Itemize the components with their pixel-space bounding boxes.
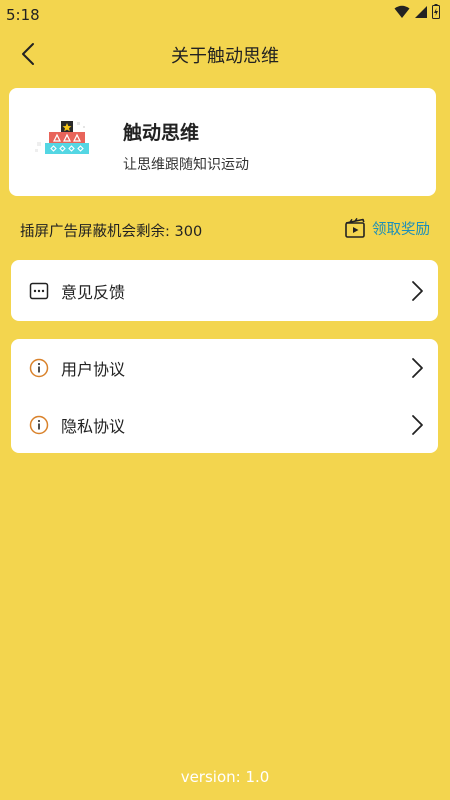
app-info-card: 触动思维 让思维跟随知识运动: [9, 88, 436, 196]
menu-item-privacy-agreement[interactable]: 隐私协议: [11, 396, 438, 453]
status-time: 5:18: [6, 6, 40, 24]
chevron-right-icon: [412, 280, 423, 301]
menu-item-user-agreement[interactable]: 用户协议: [11, 339, 438, 396]
message-dots-icon: [29, 282, 49, 299]
menu-item-label: 意见反馈: [61, 282, 126, 302]
chevron-right-icon: [412, 414, 423, 435]
menu-item-label: 隐私协议: [61, 416, 126, 436]
video-clapperboard-icon: [345, 217, 365, 238]
app-header: 关于触动思维: [0, 30, 450, 78]
ad-block-row: 插屏广告屏蔽机会剩余: 300 领取奖励: [20, 217, 430, 241]
page-title: 关于触动思维: [171, 46, 279, 67]
battery-icon: [432, 4, 440, 19]
info-icon: [29, 358, 49, 377]
claim-reward-label: 领取奖励: [372, 221, 430, 238]
chevron-right-icon: [412, 357, 423, 378]
ad-block-count-label: 插屏广告屏蔽机会剩余: 300: [20, 224, 203, 240]
wifi-icon: [394, 5, 410, 18]
app-name: 触动思维: [123, 122, 200, 144]
status-bar: 5:18: [0, 0, 450, 30]
app-slogan: 让思维跟随知识运动: [123, 157, 249, 173]
feedback-card: 意见反馈: [11, 260, 438, 321]
agreements-card: 用户协议 隐私协议: [11, 339, 438, 453]
info-icon: [29, 415, 49, 434]
claim-reward-button[interactable]: 领取奖励: [344, 217, 430, 239]
version-label: version: 1.0: [180, 768, 270, 786]
menu-item-label: 用户协议: [61, 359, 126, 379]
signal-icon: [415, 5, 427, 18]
menu-item-feedback[interactable]: 意见反馈: [11, 260, 438, 321]
app-logo: [35, 121, 89, 154]
status-icons: [394, 4, 440, 19]
